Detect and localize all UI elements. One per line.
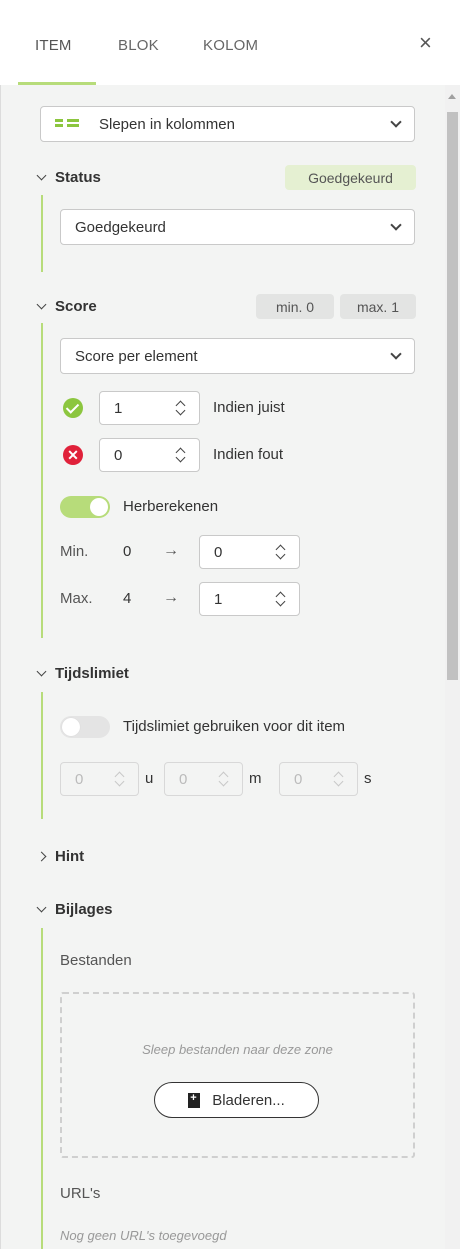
status-title: Status — [55, 169, 101, 186]
stepper-arrows-icon[interactable] — [175, 445, 187, 465]
chevron-down-icon — [36, 170, 47, 181]
stepper-arrows-icon — [333, 769, 345, 789]
hours-stepper[interactable]: 0 — [60, 762, 139, 796]
arrow-right-icon: → — [163, 542, 179, 559]
chevron-down-icon — [36, 299, 47, 310]
hours-value: 0 — [75, 770, 84, 788]
browse-button-label: Bladeren... — [212, 1091, 285, 1109]
max-label: Max. — [60, 590, 93, 607]
file-upload-icon — [188, 1092, 201, 1108]
correct-score-stepper[interactable]: 1 — [99, 391, 200, 425]
status-section-header[interactable]: Status — [36, 169, 101, 186]
wrong-score-value: 0 — [114, 446, 123, 464]
max-from-value: 4 — [123, 590, 132, 607]
max-score-value: 1 — [214, 590, 223, 608]
file-dropzone[interactable]: Sleep bestanden naar deze zone Bladeren.… — [60, 992, 415, 1158]
wrong-score-label: Indien fout — [213, 446, 284, 463]
min-score-stepper[interactable]: 0 — [199, 535, 300, 569]
status-section-line — [41, 195, 43, 272]
max-score-stepper[interactable]: 1 — [199, 582, 300, 616]
chevron-down-icon — [390, 348, 402, 360]
drag-columns-icon — [55, 119, 79, 129]
recalculate-label: Herberekenen — [123, 498, 219, 515]
arrow-right-icon: → — [163, 589, 179, 606]
wrong-score-stepper[interactable]: 0 — [99, 438, 200, 472]
hint-title: Hint — [55, 848, 85, 865]
attachments-section-header[interactable]: Bijlages — [36, 901, 113, 918]
chevron-down-icon — [390, 116, 402, 128]
score-method-value: Score per element — [75, 347, 198, 365]
correct-score-label: Indien juist — [213, 399, 285, 416]
tab-bar: ITEM BLOK KOLOM × — [0, 0, 460, 85]
urls-label: URL's — [60, 1185, 101, 1202]
time-limit-title: Tijdslimiet — [55, 665, 129, 682]
dropzone-hint: Sleep bestanden naar deze zone — [142, 1042, 333, 1057]
time-limit-section-line — [41, 692, 43, 819]
attachments-section-line — [41, 928, 43, 1249]
seconds-unit: s — [364, 770, 372, 787]
chevron-right-icon — [36, 851, 47, 862]
score-title: Score — [55, 298, 97, 315]
close-icon[interactable]: × — [419, 30, 432, 56]
seconds-stepper[interactable]: 0 — [279, 762, 358, 796]
status-select[interactable]: Goedgekeurd — [60, 209, 415, 245]
stepper-arrows-icon — [218, 769, 230, 789]
status-badge: Goedgekeurd — [285, 165, 416, 190]
time-limit-toggle-label: Tijdslimiet gebruiken voor dit item — [123, 718, 346, 735]
question-type-label: Slepen in kolommen — [99, 115, 235, 133]
seconds-value: 0 — [294, 770, 303, 788]
tab-blok[interactable]: BLOK — [118, 37, 159, 54]
score-max-badge: max. 1 — [340, 294, 416, 319]
question-type-select[interactable]: Slepen in kolommen — [40, 106, 415, 142]
recalculate-toggle[interactable] — [60, 496, 110, 518]
chevron-down-icon — [36, 902, 47, 913]
score-method-select[interactable]: Score per element — [60, 338, 415, 374]
tab-kolom[interactable]: KOLOM — [203, 37, 258, 54]
min-label: Min. — [60, 543, 89, 560]
browse-button[interactable]: Bladeren... — [154, 1082, 319, 1118]
toggle-knob — [90, 498, 108, 516]
time-limit-toggle[interactable] — [60, 716, 110, 738]
toggle-knob — [62, 718, 80, 736]
min-from-value: 0 — [123, 543, 132, 560]
minutes-value: 0 — [179, 770, 188, 788]
scrollbar-thumb[interactable] — [447, 112, 458, 680]
min-score-value: 0 — [214, 543, 223, 561]
stepper-arrows-icon[interactable] — [275, 589, 287, 609]
minutes-stepper[interactable]: 0 — [164, 762, 243, 796]
error-circle-icon: ✕ — [63, 445, 83, 465]
stepper-arrows-icon — [114, 769, 126, 789]
stepper-arrows-icon[interactable] — [175, 398, 187, 418]
score-min-badge: min. 0 — [256, 294, 334, 319]
files-label: Bestanden — [60, 952, 132, 969]
check-circle-icon — [63, 398, 83, 418]
hint-section-header[interactable]: Hint — [36, 848, 85, 865]
status-select-value: Goedgekeurd — [75, 218, 166, 236]
hours-unit: u — [145, 770, 154, 787]
minutes-unit: m — [249, 770, 262, 787]
stepper-arrows-icon[interactable] — [275, 542, 287, 562]
time-limit-section-header[interactable]: Tijdslimiet — [36, 665, 129, 682]
chevron-down-icon — [390, 219, 402, 231]
scroll-up-arrow-icon[interactable] — [448, 94, 456, 99]
attachments-title: Bijlages — [55, 901, 113, 918]
score-section-header[interactable]: Score — [36, 298, 97, 315]
urls-empty-text: Nog geen URL's toegevoegd — [60, 1228, 227, 1243]
chevron-down-icon — [36, 666, 47, 677]
tab-item[interactable]: ITEM — [35, 37, 72, 54]
correct-score-value: 1 — [114, 399, 123, 417]
score-section-line — [41, 323, 43, 638]
